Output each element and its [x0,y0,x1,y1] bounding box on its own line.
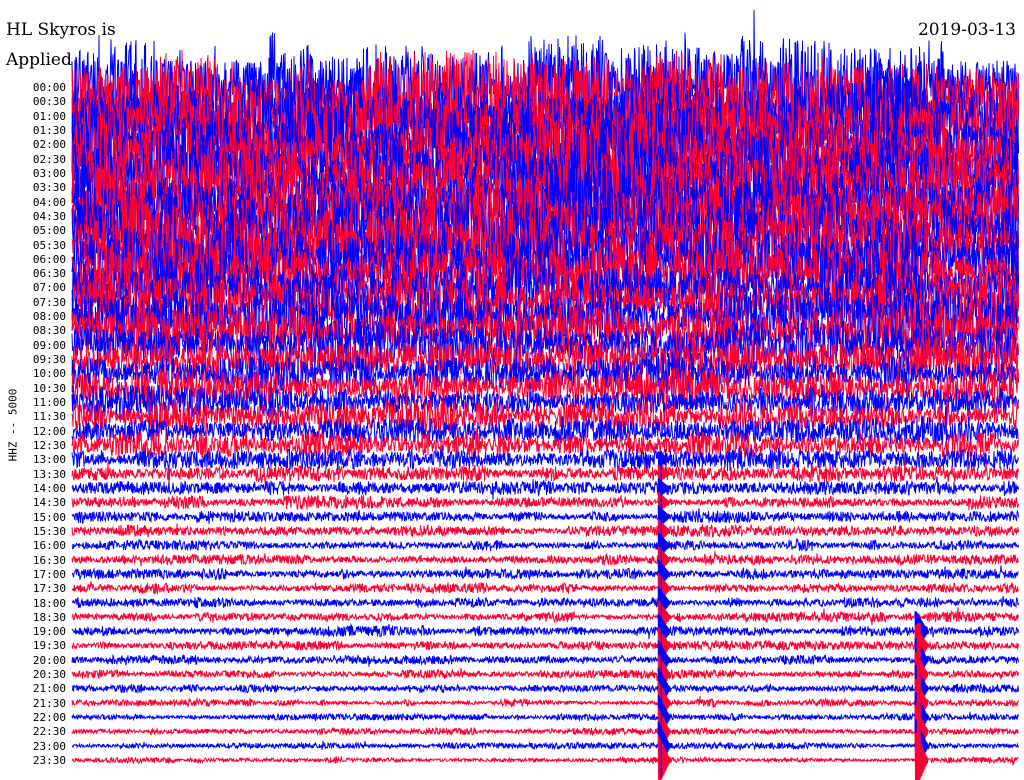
trace-line [71,667,1019,681]
time-tick-label: 16:00 [32,539,66,553]
time-tick-label: 02:00 [32,138,66,152]
trace-line [71,755,1019,766]
time-tick-label: 22:00 [32,711,66,725]
helicorder-plot [71,9,1019,780]
time-tick-label: 01:00 [32,109,66,123]
trace-line [71,596,1019,609]
time-tick-label: 23:00 [32,739,66,753]
time-tick-label: 10:00 [32,367,66,381]
time-tick-label: 20:30 [32,668,66,682]
time-tick-label: 22:30 [32,725,66,739]
time-tick-label: 21:30 [32,696,66,710]
time-tick-label: 15:00 [32,510,66,524]
time-tick-label: 15:30 [32,524,66,538]
time-tick-label: 08:30 [32,324,66,338]
time-tick-label: 06:00 [32,252,66,266]
time-tick-label: 05:30 [32,238,66,252]
trace-line [71,639,1019,652]
time-tick-label: 14:00 [32,481,66,495]
trace-line [71,523,1019,539]
trace-line [71,550,1019,567]
time-tick-label: 09:00 [32,338,66,352]
time-tick-label: 14:30 [32,496,66,510]
trace-line [71,508,1019,525]
trace-line [71,607,1019,626]
event-marker [657,451,671,780]
time-tick-label: 09:30 [32,353,66,367]
trace-line [71,696,1019,709]
trace-line [71,476,1019,500]
time-tick-label: 17:00 [32,567,66,581]
event-marker [914,611,929,780]
time-tick-label: 05:00 [32,224,66,238]
time-tick-label: 01:30 [32,123,66,137]
time-tick-label: 06:30 [32,267,66,281]
time-tick-label: 16:30 [32,553,66,567]
time-tick-label: 18:30 [32,610,66,624]
time-tick-label: 07:00 [32,281,66,295]
trace-line [71,459,1019,484]
trace-line [71,683,1019,694]
time-tick-label: 17:30 [32,582,66,596]
time-tick-label: 03:30 [32,181,66,195]
trace-line [71,623,1019,640]
trace-line [71,538,1019,553]
time-tick-label: 07:30 [32,295,66,309]
time-tick-label: 19:30 [32,639,66,653]
trace-line [72,565,1019,581]
date-label: 2019-03-13 [917,20,1016,40]
time-tick-label: 18:00 [32,596,66,610]
time-tick-label: 23:30 [32,754,66,768]
trace-line [71,653,1019,667]
time-tick-label: 08:00 [32,310,66,324]
trace-line [71,740,1019,752]
time-tick-label: 00:30 [32,95,66,109]
time-tick-label: 00:00 [32,81,66,94]
time-tick-label: 02:30 [32,152,66,166]
time-tick-label: 21:00 [32,682,66,696]
trace-line [71,493,1019,511]
time-tick-label: 20:00 [32,653,66,667]
trace-line [71,711,1019,722]
time-tick-label: 03:00 [32,166,66,180]
trace-line [71,580,1019,596]
time-tick-label: 04:30 [32,209,66,223]
time-tick-label: 13:30 [32,467,66,481]
time-tick-label: 19:00 [32,625,66,639]
seismic-traces [71,9,1019,766]
trace-line [71,726,1019,737]
channel-label: HHZ -- 5000 [6,388,20,462]
time-tick-label: 04:00 [32,195,66,209]
event-segment [657,451,671,468]
